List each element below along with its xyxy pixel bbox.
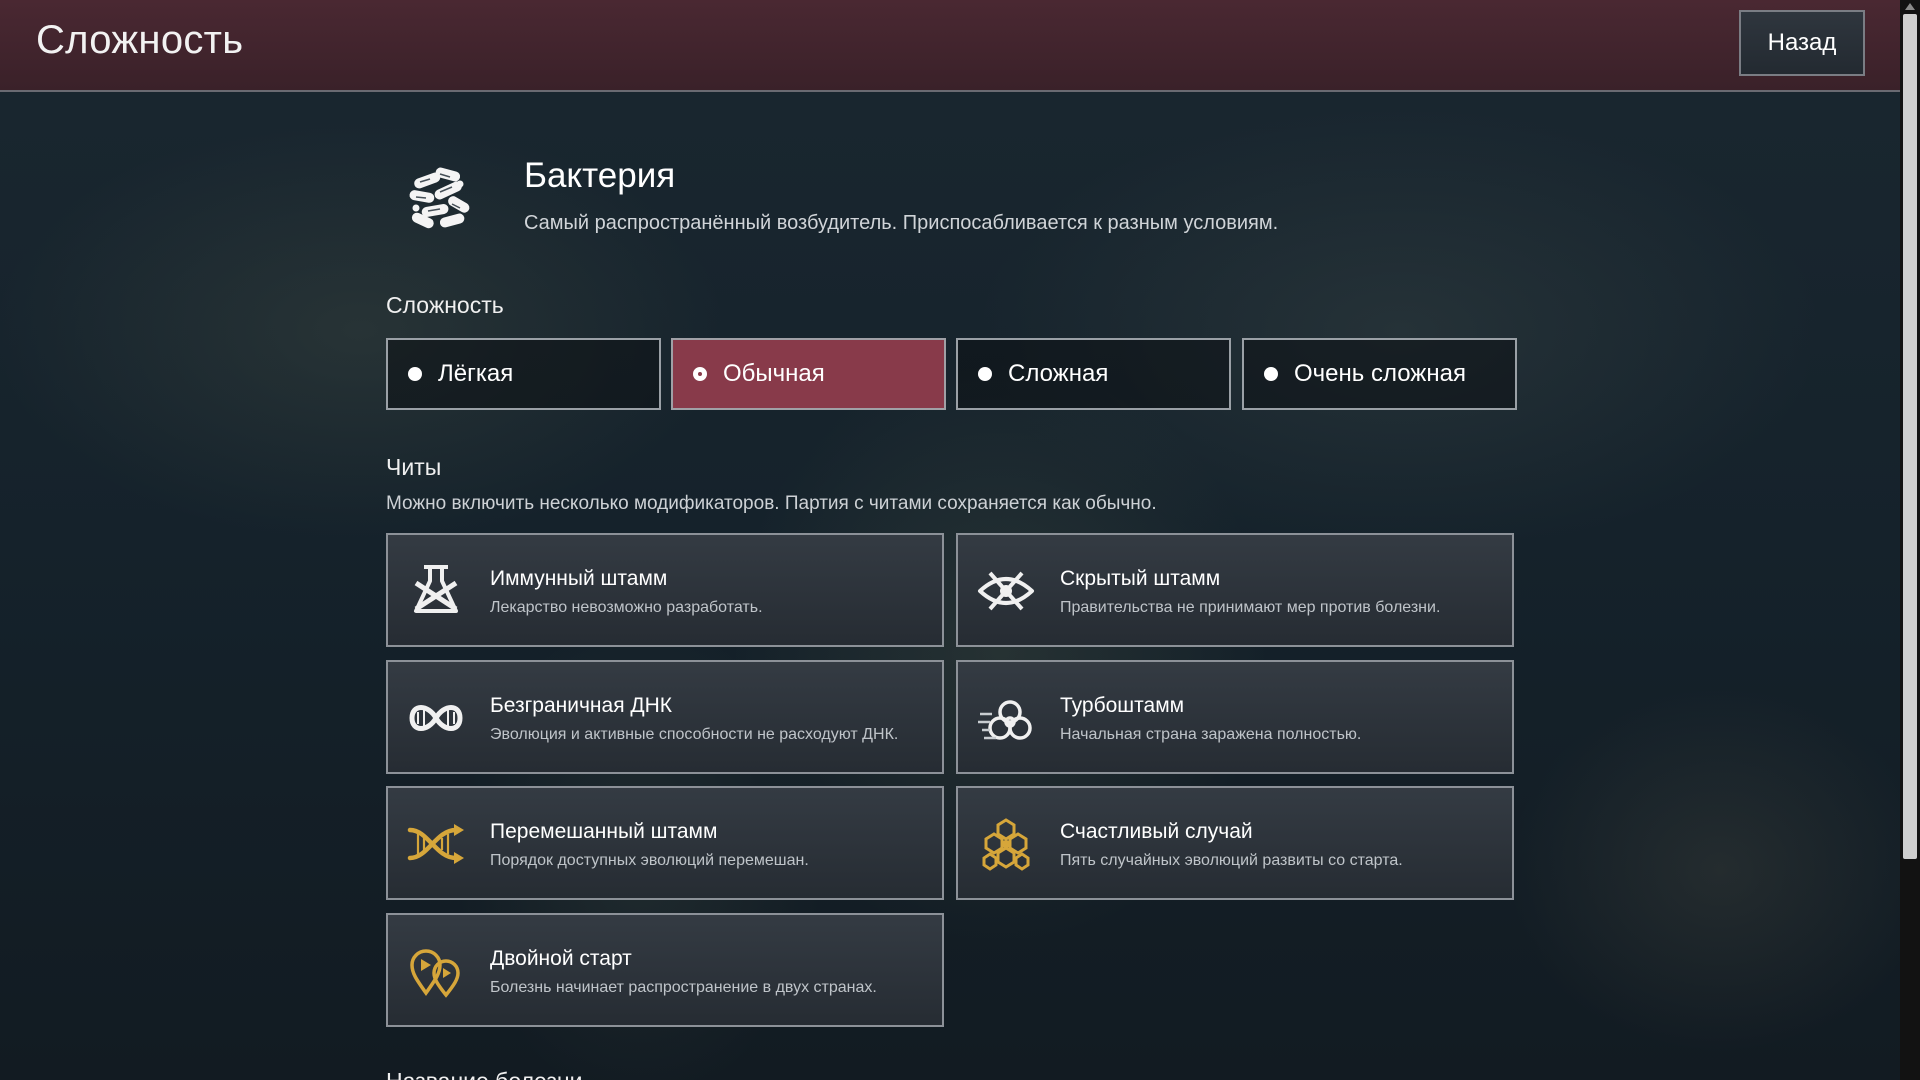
bacteria-icon bbox=[409, 167, 470, 229]
radio-icon bbox=[408, 367, 422, 381]
page-title: Сложность bbox=[36, 18, 244, 62]
difficulty-option-label: Обычная bbox=[723, 360, 825, 387]
shuffle-dna-icon bbox=[407, 824, 464, 864]
cheat-title: Турбоштамм bbox=[1060, 694, 1185, 717]
radio-selected-icon bbox=[693, 367, 707, 381]
header-bar: Сложность Назад bbox=[0, 0, 1900, 92]
difficulty-option-hard[interactable]: Сложная bbox=[956, 338, 1231, 410]
cheat-description: Начальная страна заражена полностью. bbox=[1060, 726, 1362, 743]
cheat-description: Лекарство невозможно разработать. bbox=[490, 599, 763, 616]
scroll-up-icon[interactable] bbox=[1905, 3, 1915, 10]
double-pin-icon bbox=[410, 949, 460, 998]
pathogen-name: Бактерия bbox=[524, 156, 676, 195]
cheat-description: Болезнь начинает распространение в двух … bbox=[490, 979, 877, 996]
infinity-dna-icon bbox=[409, 705, 463, 731]
cheat-description: Правительства не принимают мер против бо… bbox=[1060, 599, 1441, 616]
difficulty-option-easy[interactable]: Лёгкая bbox=[386, 338, 661, 410]
cheat-title: Двойной старт bbox=[490, 947, 632, 970]
cheats-description: Можно включить несколько модификаторов. … bbox=[386, 493, 1157, 514]
back-button[interactable]: Назад bbox=[1739, 10, 1865, 76]
cheat-description: Пять случайных эволюций развиты со старт… bbox=[1060, 852, 1403, 869]
cheat-title: Безграничная ДНК bbox=[490, 694, 673, 717]
flask-icon bbox=[414, 565, 458, 613]
cheat-title: Перемешанный штамм bbox=[490, 820, 718, 843]
difficulty-section-title: Сложность bbox=[386, 292, 504, 318]
cheat-lucky-chance[interactable]: Счастливый случай Пять случайных эволюци… bbox=[956, 786, 1514, 900]
hexagons-icon bbox=[982, 818, 1030, 871]
cheat-title: Счастливый случай bbox=[1060, 820, 1253, 843]
biohazard-icon bbox=[978, 700, 1032, 740]
cheat-turbo-strain[interactable]: Турбоштамм Начальная страна заражена пол… bbox=[956, 660, 1514, 774]
radio-icon bbox=[978, 367, 992, 381]
difficulty-option-label: Очень сложная bbox=[1294, 360, 1466, 387]
scrollbar[interactable] bbox=[1900, 0, 1920, 1080]
cheat-hidden-strain[interactable]: Скрытый штамм Правительства не принимают… bbox=[956, 533, 1514, 647]
cheats-section-title: Читы bbox=[386, 454, 442, 480]
difficulty-option-label: Лёгкая bbox=[438, 360, 514, 387]
cheat-description: Порядок доступных эволюций перемешан. bbox=[490, 852, 809, 869]
cheat-title: Иммунный штамм bbox=[490, 567, 668, 590]
cheat-double-start[interactable]: Двойной старт Болезнь начинает распростр… bbox=[386, 913, 944, 1027]
scrollbar-thumb[interactable] bbox=[1903, 14, 1917, 859]
cheat-shuffled-strain[interactable]: Перемешанный штамм Порядок доступных эво… bbox=[386, 786, 944, 900]
radio-icon bbox=[1264, 367, 1278, 381]
app-window: Сложность Назад Бактерия Самый распростр… bbox=[0, 0, 1920, 1080]
cheat-description: Эволюция и активные способности не расхо… bbox=[490, 726, 899, 743]
difficulty-option-very-hard[interactable]: Очень сложная bbox=[1242, 338, 1517, 410]
difficulty-option-label: Сложная bbox=[1008, 360, 1109, 387]
cheat-immune-strain[interactable]: Иммунный штамм Лекарство невозможно разр… bbox=[386, 533, 944, 647]
pathogen-description: Самый распространённый возбудитель. Прис… bbox=[524, 212, 1279, 234]
difficulty-option-normal[interactable]: Обычная bbox=[671, 338, 946, 410]
cheat-infinite-dna[interactable]: Безграничная ДНК Эволюция и активные спо… bbox=[386, 660, 944, 774]
hidden-strain-icon bbox=[978, 571, 1034, 611]
cheat-title: Скрытый штамм bbox=[1060, 567, 1221, 590]
disease-name-section-title: Название болезни bbox=[386, 1068, 582, 1080]
